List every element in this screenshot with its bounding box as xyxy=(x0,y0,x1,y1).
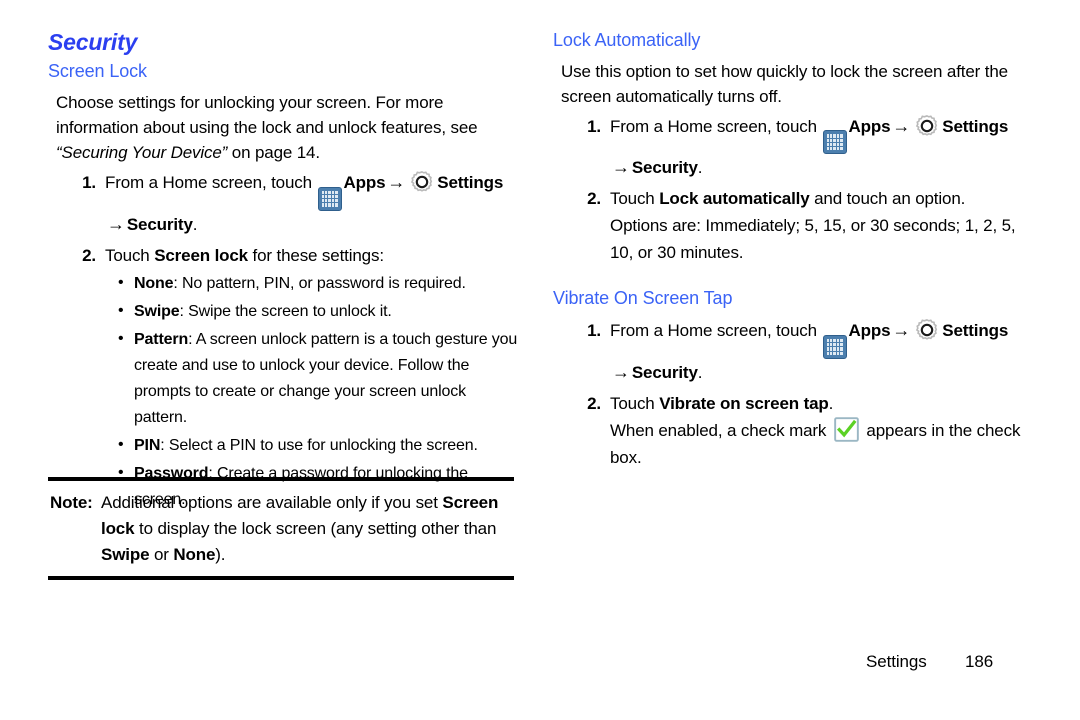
settings-label: Settings xyxy=(437,172,504,192)
step-text: Touch xyxy=(610,393,660,413)
gear-icon[interactable] xyxy=(914,113,940,139)
manual-page: Security Screen Lock Choose settings for… xyxy=(0,0,1080,720)
note-text: Note: Additional options are available on… xyxy=(48,481,514,576)
intro-text-part2: on page 14. xyxy=(227,142,320,162)
list-item-term: None xyxy=(134,274,174,292)
list-item-desc: : A screen unlock pattern is a touch ges… xyxy=(134,330,518,426)
step-number: 1. xyxy=(587,116,601,136)
note-part3: or xyxy=(149,545,174,564)
list-item-desc: : Swipe the screen to unlock it. xyxy=(179,302,392,320)
step-text-after: . xyxy=(828,393,834,413)
step-number: 1. xyxy=(82,172,96,192)
bullet-dot: • xyxy=(118,301,124,319)
step-continuation: → Security. xyxy=(610,154,1023,181)
list-item-term: PIN xyxy=(134,436,161,454)
security-label: Security xyxy=(631,362,698,382)
right-arrow-icon: → xyxy=(387,171,406,192)
note-part1: Additional options are available only if… xyxy=(101,493,443,512)
gear-icon[interactable] xyxy=(914,317,940,343)
step-number: 2. xyxy=(587,393,601,413)
checkmark-description: When enabled, a check mark appears in th… xyxy=(610,417,1023,471)
bullet-dot: • xyxy=(118,273,124,291)
step-text-after: and touch an option. xyxy=(809,189,966,209)
list-item-desc: : Select a PIN to use for unlocking the … xyxy=(160,436,478,454)
list-item: • PIN: Select a PIN to use for unlocking … xyxy=(48,433,518,459)
note-label: Note: xyxy=(50,493,93,512)
footer-page-number: 186 xyxy=(965,652,994,671)
list-item-term: Swipe xyxy=(134,302,180,320)
step-text: Touch xyxy=(105,245,155,265)
step-continuation: → Security. xyxy=(105,211,518,238)
apps-grid-icon[interactable] xyxy=(317,186,342,211)
options-text: Options are: Immediately; 5, 15, or 30 s… xyxy=(610,216,1016,263)
green-check-icon[interactable] xyxy=(834,417,859,442)
settings-label: Settings xyxy=(942,321,1009,341)
step-item: 1. From a Home screen, touch Apps → Setting… xyxy=(48,169,518,238)
bullet-dot: • xyxy=(118,329,124,347)
bullet-dot: • xyxy=(118,435,124,453)
step-text-after: for these settings: xyxy=(247,245,384,265)
period: . xyxy=(697,362,703,382)
step-item: 1. From a Home screen, touch Apps → Setting… xyxy=(553,317,1023,386)
step-number: 2. xyxy=(82,245,96,265)
right-column: Lock Automatically Use this option to se… xyxy=(553,30,1023,471)
step-item: 2. Touch Screen lock for these settings: xyxy=(48,242,518,269)
list-item-desc: : No pattern, PIN, or password is requir… xyxy=(173,274,466,292)
right-arrow-icon: → xyxy=(107,213,125,234)
right-arrow-icon: → xyxy=(612,157,630,178)
intro-citation: “Securing Your Device” xyxy=(56,142,228,162)
step-item: 1. From a Home screen, touch Apps → Setting… xyxy=(553,113,1023,182)
list-item: • None: No pattern, PIN, or password is r… xyxy=(48,271,518,297)
step-text: From a Home screen, touch xyxy=(610,321,822,341)
section-heading-vibrate-on-screen-tap: Vibrate On Screen Tap xyxy=(553,288,733,309)
list-item: • Swipe: Swipe the screen to unlock it. xyxy=(48,299,518,325)
gear-icon[interactable] xyxy=(409,169,435,195)
footer-section-label: Settings xyxy=(866,652,927,671)
step-number: 2. xyxy=(587,189,601,209)
step-number: 1. xyxy=(587,321,601,341)
checkmark-text-before: When enabled, a check mark xyxy=(610,420,831,440)
left-column: Security Screen Lock Choose settings for… xyxy=(48,29,518,513)
security-label: Security xyxy=(126,214,193,234)
note-rule-bottom xyxy=(48,576,514,580)
lock-automatically-intro: Use this option to set how quickly to lo… xyxy=(561,61,1008,106)
section-heading-lock-automatically: Lock Automatically xyxy=(553,30,701,50)
intro-text-part1: Choose settings for unlocking your scree… xyxy=(56,92,478,137)
list-item-term: Pattern xyxy=(134,330,189,348)
note-part4: ). xyxy=(215,545,226,564)
screen-lock-label: Screen lock xyxy=(154,245,248,265)
apps-grid-icon[interactable] xyxy=(822,130,847,155)
list-item: • Pattern: A screen unlock pattern is a t… xyxy=(48,327,518,431)
page-title: Security xyxy=(48,29,138,55)
right-arrow-icon: → xyxy=(612,361,630,382)
step-text: Touch xyxy=(610,189,660,209)
security-label: Security xyxy=(631,158,698,178)
step-text: From a Home screen, touch xyxy=(105,172,317,192)
apps-label: Apps xyxy=(848,116,891,136)
settings-label: Settings xyxy=(942,116,1009,136)
intro-paragraph: Choose settings for unlocking your scree… xyxy=(48,90,518,165)
apps-label: Apps xyxy=(343,172,386,192)
period: . xyxy=(192,214,198,234)
apps-label: Apps xyxy=(848,321,891,341)
right-arrow-icon: → xyxy=(892,115,911,136)
lock-automatically-label: Lock automatically xyxy=(659,189,810,209)
period: . xyxy=(697,158,703,178)
note-bold-swipe: Swipe xyxy=(101,545,150,564)
note-part2: to display the lock screen (any setting … xyxy=(134,519,497,538)
step-text: From a Home screen, touch xyxy=(610,116,822,136)
note-bold-none: None xyxy=(173,545,216,564)
note-box: Note: Additional options are available on… xyxy=(48,477,514,580)
vibrate-on-screen-tap-label: Vibrate on screen tap xyxy=(659,393,829,413)
step-continuation: → Security. xyxy=(610,359,1023,386)
section-heading-screen-lock: Screen Lock xyxy=(48,61,147,82)
step-item: 2. Touch Vibrate on screen tap. When enab… xyxy=(553,390,1023,471)
step-item: 2. Touch Lock automatically and touch an … xyxy=(553,185,1023,266)
apps-grid-icon[interactable] xyxy=(822,334,847,359)
right-arrow-icon: → xyxy=(892,320,911,341)
